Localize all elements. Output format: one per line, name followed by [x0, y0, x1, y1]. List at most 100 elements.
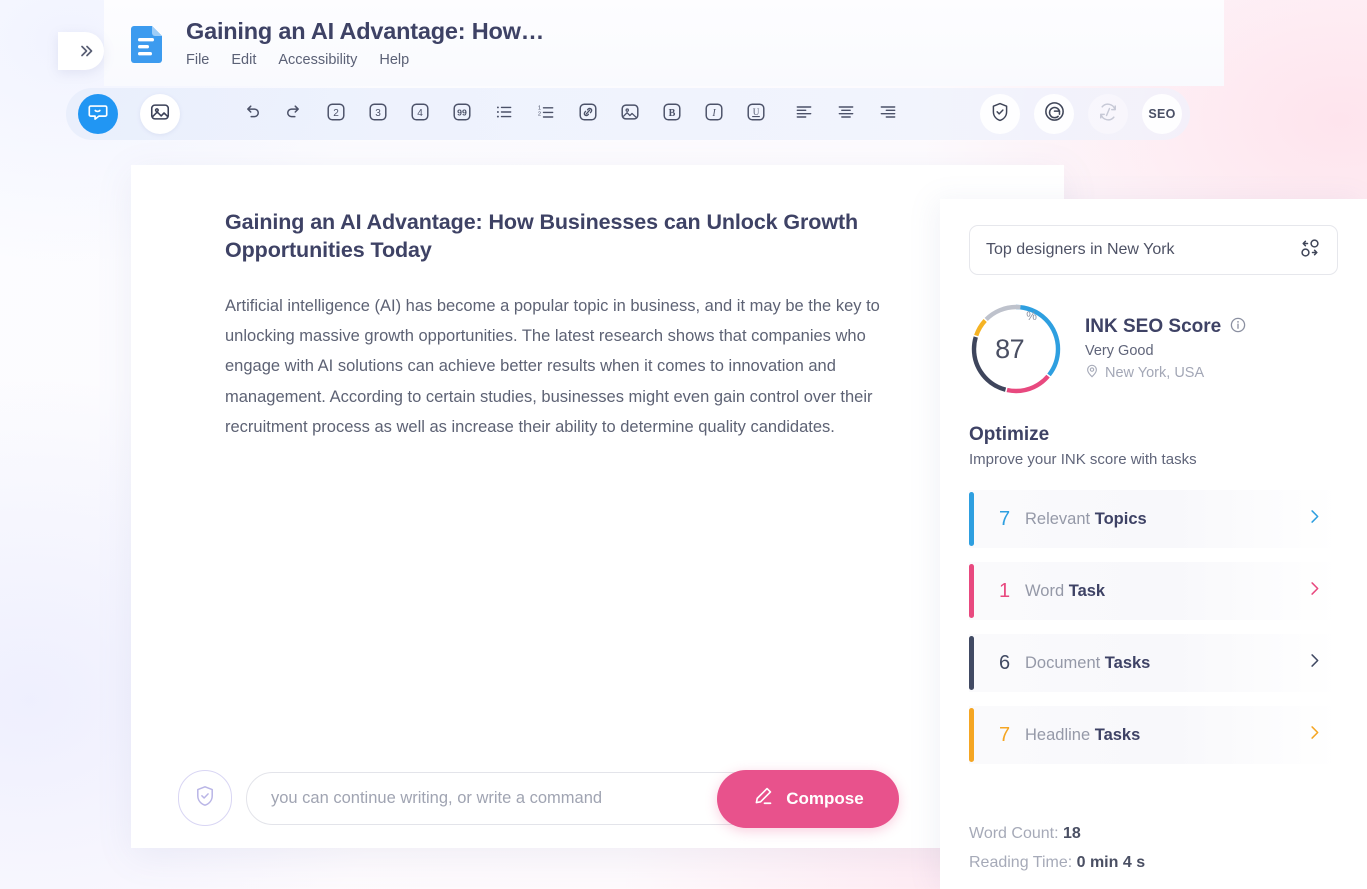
svg-text:2: 2 [538, 111, 541, 117]
task-label-prefix: Word [1025, 581, 1069, 600]
task-color-bar [969, 564, 974, 618]
seo-score-rating: Very Good [1085, 343, 1154, 359]
task-color-bar [969, 708, 974, 762]
task-color-bar [969, 636, 974, 690]
task-label-prefix: Headline [1025, 725, 1095, 744]
undo-icon [242, 102, 262, 127]
quote-icon: 99 [451, 101, 473, 128]
undo-button[interactable] [236, 98, 268, 130]
page-title: Gaining an AI Advantage: How… [186, 18, 545, 45]
bullet-list-icon [494, 102, 514, 127]
shield-check-icon [193, 784, 217, 813]
heading-2-icon: 2 [325, 101, 347, 128]
image-icon [619, 101, 641, 128]
task-count: 7 [999, 507, 1011, 530]
seo-panel: 87 % INK SEO Score Very Good [940, 199, 1367, 889]
svg-text:U: U [753, 106, 760, 116]
blockquote-button[interactable]: 99 [446, 98, 478, 130]
seo-toggle-button[interactable]: SEO [1142, 94, 1182, 134]
underline-button[interactable]: U [740, 98, 772, 130]
task-count: 1 [999, 579, 1011, 602]
numbered-list-button[interactable]: 1 2 [530, 98, 562, 130]
task-label-bold: Tasks [1104, 653, 1151, 672]
task-row-document-tasks[interactable]: 6 Document Tasks [969, 634, 1338, 692]
svg-text:4: 4 [417, 108, 423, 119]
italic-icon: I [703, 101, 725, 128]
seo-score-ring: 87 % [969, 302, 1063, 396]
heading-4-icon: 4 [409, 101, 431, 128]
task-row-headline-tasks[interactable]: 7 Headline Tasks [969, 706, 1338, 764]
insert-link-button[interactable] [572, 98, 604, 130]
svg-text:2: 2 [333, 108, 339, 119]
redo-button[interactable] [278, 98, 310, 130]
document-header: Gaining an AI Advantage: How… File Edit … [104, 0, 1224, 86]
document-file-icon [128, 21, 168, 65]
image-icon [149, 101, 171, 128]
compose-button[interactable]: Compose [717, 769, 899, 828]
task-row-word-task[interactable]: 1 Word Task [969, 562, 1338, 620]
map-pin-icon [1085, 364, 1099, 382]
word-count-value: 18 [1062, 825, 1081, 842]
plagiarism-icon [1097, 101, 1119, 128]
reading-time-value: 0 min 4 s [1076, 854, 1146, 871]
svg-text:B: B [669, 107, 676, 118]
plagiarism-check-button[interactable] [1088, 94, 1128, 134]
compose-input-wrapper: Compose [246, 769, 899, 828]
task-row-relevant-topics[interactable]: 7 Relevant Topics [969, 490, 1338, 548]
keyword-box [969, 225, 1338, 275]
underline-icon: U [745, 101, 767, 128]
chevron-right-icon [1305, 723, 1324, 747]
menu-edit[interactable]: Edit [231, 52, 256, 68]
app-root: Gaining an AI Advantage: How Businesses … [0, 0, 1367, 889]
task-count: 6 [999, 651, 1011, 674]
image-mode-button[interactable] [140, 94, 180, 134]
align-left-icon [794, 102, 814, 127]
numbered-list-icon: 1 2 [536, 102, 556, 127]
expand-sidebar-button[interactable] [58, 32, 104, 70]
word-count-line: Word Count: 18 [969, 819, 1145, 848]
align-justify-icon [878, 102, 898, 127]
keyword-input[interactable] [986, 241, 1297, 259]
optimize-task-list: 7 Relevant Topics 1 Word Task 6 Document… [969, 490, 1338, 764]
seo-score-title: INK SEO Score [1085, 316, 1222, 337]
reading-time-label: Reading Time: [969, 854, 1077, 871]
swap-keyword-button[interactable] [1297, 235, 1323, 266]
pencil-icon [752, 785, 774, 812]
info-icon[interactable] [1230, 317, 1246, 338]
grammarly-g-icon [1043, 100, 1066, 128]
task-label-bold: Task [1068, 581, 1106, 600]
bold-button[interactable]: B [656, 98, 688, 130]
heading-4-button[interactable]: 4 [404, 98, 436, 130]
menu-accessibility[interactable]: Accessibility [278, 52, 357, 68]
menu-help[interactable]: Help [379, 52, 409, 68]
chevrons-right-icon [78, 43, 94, 59]
task-label-bold: Tasks [1094, 725, 1141, 744]
optimize-title: Optimize [969, 424, 1050, 445]
compose-shield-button[interactable] [178, 770, 232, 826]
compose-input[interactable] [247, 772, 707, 824]
redo-icon [284, 102, 304, 127]
task-label: Document Tasks [1025, 654, 1305, 673]
content-shield-button[interactable] [980, 94, 1020, 134]
heading-2-button[interactable]: 2 [320, 98, 352, 130]
seo-score-meta: INK SEO Score Very Good New York, USA [1085, 316, 1246, 382]
heading-3-button[interactable]: 3 [362, 98, 394, 130]
bullet-list-button[interactable] [488, 98, 520, 130]
shield-check-icon [989, 101, 1011, 128]
link-icon [577, 101, 599, 128]
seo-score-row: 87 % INK SEO Score Very Good New York, U… [969, 302, 1338, 396]
assistant-mode-button[interactable] [78, 94, 118, 134]
align-left-button[interactable] [788, 98, 820, 130]
score-value: 87 [995, 333, 1025, 364]
insert-image-button[interactable] [614, 98, 646, 130]
task-label-prefix: Document [1025, 653, 1105, 672]
grammar-check-button[interactable] [1034, 94, 1074, 134]
task-label-prefix: Relevant [1025, 509, 1095, 528]
score-unit: % [1026, 309, 1037, 323]
align-center-button[interactable] [830, 98, 862, 130]
chat-smile-icon [87, 101, 109, 128]
align-justify-button[interactable] [872, 98, 904, 130]
menubar: File Edit Accessibility Help [186, 52, 544, 68]
italic-button[interactable]: I [698, 98, 730, 130]
menu-file[interactable]: File [186, 52, 209, 68]
